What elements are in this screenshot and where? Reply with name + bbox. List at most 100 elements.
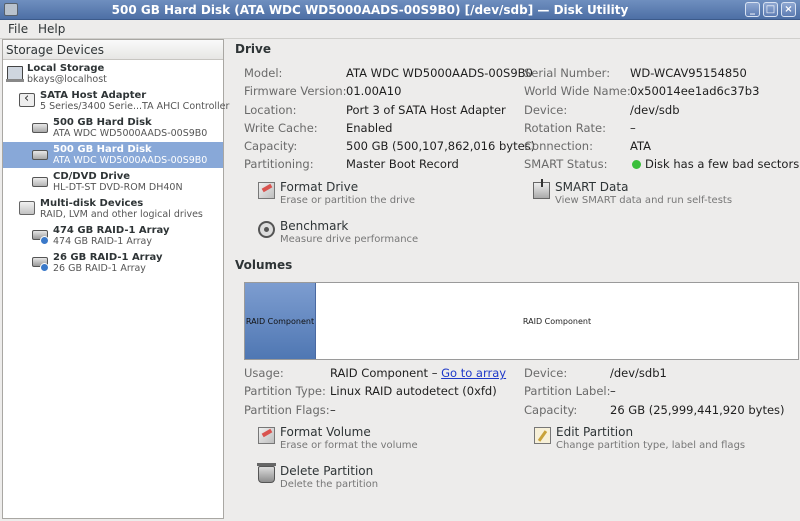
capacity-value: 500 GB (500,107,862,016 bytes)	[346, 139, 536, 153]
tree-item-subtitle: 474 GB RAID-1 Array	[53, 236, 152, 247]
partition-flags-label: Partition Flags:	[244, 403, 330, 417]
raid-array-icon	[32, 257, 49, 272]
capacity-label: Capacity:	[244, 139, 298, 153]
format-volume-label: Format Volume	[280, 425, 371, 439]
info-badge-icon	[40, 236, 49, 245]
format-icon	[258, 182, 275, 199]
location-label: Location:	[244, 103, 297, 117]
smart-status-value: Disk has a few bad sectors	[632, 157, 799, 171]
tree-item-title: Multi-disk Devices	[40, 198, 144, 209]
format-drive-label: Format Drive	[280, 180, 359, 194]
tree-item-subtitle: RAID, LVM and other logical drives	[40, 209, 203, 220]
benchmark-gear-icon	[258, 221, 275, 238]
edit-partition-desc: Change partition type, label and flags	[556, 440, 746, 451]
tree-item-local-storage[interactable]: Local Storage bkays@localhost	[3, 61, 223, 87]
firmware-label: Firmware Version:	[244, 84, 347, 98]
window-controls: _ □ ×	[745, 2, 796, 17]
tree-item-subtitle: 5 Series/3400 Serie...TA AHCI Controller	[40, 101, 230, 112]
serial-number-label: Serial Number:	[524, 66, 611, 80]
tree-item-multi-disk-devices[interactable]: Multi-disk Devices RAID, LVM and other l…	[3, 196, 223, 222]
benchmark-label: Benchmark	[280, 219, 349, 233]
minimize-button[interactable]: _	[745, 2, 760, 17]
volume-device-value: /dev/sdb1	[610, 366, 667, 380]
connection-label: Connection:	[524, 139, 593, 153]
hard-disk-icon	[32, 150, 48, 160]
serial-number-value: WD-WCAV95154850	[630, 66, 747, 80]
details-pane: Drive Model: ATA WDC WD5000AADS-00S9B0 F…	[227, 39, 800, 521]
tree-item-cd-dvd-drive[interactable]: CD/DVD Drive HL-DT-ST DVD-ROM DH40N	[3, 169, 223, 195]
volumes-map: RAID Component RAID Component	[244, 282, 799, 360]
computer-icon	[6, 66, 24, 82]
smart-status-label: SMART Status:	[524, 157, 608, 171]
storage-devices-header: Storage Devices	[3, 40, 223, 60]
firmware-value: 01.00A10	[346, 84, 402, 98]
write-cache-value: Enabled	[346, 121, 393, 135]
partition-flags-value: –	[330, 403, 336, 417]
partitioning-value: Master Boot Record	[346, 157, 459, 171]
smart-data-desc: View SMART data and run self-tests	[555, 195, 733, 206]
format-icon	[258, 427, 275, 444]
partitioning-label: Partitioning:	[244, 157, 314, 171]
tree-item-subtitle: 26 GB RAID-1 Array	[53, 263, 146, 274]
world-wide-name-label: World Wide Name:	[524, 84, 631, 98]
tree-item-title: CD/DVD Drive	[53, 171, 131, 182]
tree-item-subtitle: bkays@localhost	[27, 74, 107, 85]
hard-disk-icon	[32, 123, 48, 133]
tree-item-hard-disk-1[interactable]: 500 GB Hard Disk ATA WDC WD5000AADS-00S9…	[3, 115, 223, 141]
tree-item-subtitle: HL-DT-ST DVD-ROM DH40N	[53, 182, 183, 193]
info-badge-icon	[40, 263, 49, 272]
volume-segment-selected[interactable]: RAID Component	[245, 283, 316, 359]
world-wide-name-value: 0x50014ee1ad6c37b3	[630, 84, 760, 98]
smart-status-text: Disk has a few bad sectors	[645, 157, 800, 171]
connection-value: ATA	[630, 139, 651, 153]
rotation-rate-value: –	[630, 121, 636, 135]
tree-item-title: SATA Host Adapter	[40, 90, 147, 101]
usage-text: RAID Component	[330, 366, 429, 380]
trash-icon	[257, 463, 276, 483]
tree-item-sata-host-adapter[interactable]: SATA Host Adapter 5 Series/3400 Serie...…	[3, 88, 229, 114]
model-value: ATA WDC WD5000AADS-00S9B0	[346, 66, 533, 80]
tree-item-subtitle: ATA WDC WD5000AADS-00S9B0	[53, 128, 208, 139]
volume-segment[interactable]: RAID Component	[316, 283, 798, 359]
tree-item-raid-array-26[interactable]: 26 GB RAID-1 Array 26 GB RAID-1 Array	[3, 250, 223, 276]
drive-section-title: Drive	[235, 42, 271, 56]
partition-type-label: Partition Type:	[244, 384, 326, 398]
format-drive-desc: Erase or partition the drive	[280, 195, 416, 206]
device-label: Device:	[524, 103, 568, 117]
menu-file[interactable]: File	[8, 22, 28, 36]
tree-item-subtitle: ATA WDC WD5000AADS-00S9B0	[53, 155, 208, 166]
smart-data-icon	[533, 179, 550, 199]
write-cache-label: Write Cache:	[244, 121, 318, 135]
tree-item-title: 500 GB Hard Disk	[53, 117, 152, 128]
menu-bar: File Help	[0, 20, 800, 39]
rotation-rate-label: Rotation Rate:	[524, 121, 606, 135]
format-volume-desc: Erase or format the volume	[280, 440, 418, 451]
close-button[interactable]: ×	[781, 2, 796, 17]
status-ok-icon	[632, 160, 641, 169]
model-label: Model:	[244, 66, 283, 80]
partition-label-label: Partition Label:	[524, 384, 611, 398]
tree-item-raid-array-474[interactable]: 474 GB RAID-1 Array 474 GB RAID-1 Array	[3, 223, 223, 249]
volume-capacity-label: Capacity:	[524, 403, 578, 417]
storage-devices-pane: Storage Devices Local Storage bkays@loca…	[2, 39, 229, 519]
usage-label: Usage:	[244, 366, 284, 380]
partition-label-value: –	[610, 384, 616, 398]
volume-capacity-value: 26 GB (25,999,441,920 bytes)	[610, 403, 785, 417]
tree-item-title: 500 GB Hard Disk	[53, 144, 152, 155]
smart-data-label: SMART Data	[555, 180, 629, 194]
menu-help[interactable]: Help	[38, 22, 65, 36]
location-value: Port 3 of SATA Host Adapter	[346, 103, 506, 117]
volume-device-label: Device:	[524, 366, 568, 380]
maximize-button[interactable]: □	[763, 2, 778, 17]
tree-item-title: Local Storage	[27, 63, 105, 74]
raid-array-icon	[32, 230, 49, 245]
benchmark-desc: Measure drive performance	[280, 234, 419, 245]
tree-item-hard-disk-2[interactable]: 500 GB Hard Disk ATA WDC WD5000AADS-00S9…	[3, 142, 223, 168]
go-to-array-link[interactable]: Go to array	[441, 366, 506, 380]
title-bar: 500 GB Hard Disk (ATA WDC WD5000AADS-00S…	[0, 0, 800, 20]
host-adapter-icon	[19, 91, 35, 107]
multi-disk-icon	[19, 201, 35, 215]
device-value: /dev/sdb	[630, 103, 680, 117]
delete-partition-label: Delete Partition	[280, 464, 374, 478]
optical-drive-icon	[32, 177, 48, 187]
